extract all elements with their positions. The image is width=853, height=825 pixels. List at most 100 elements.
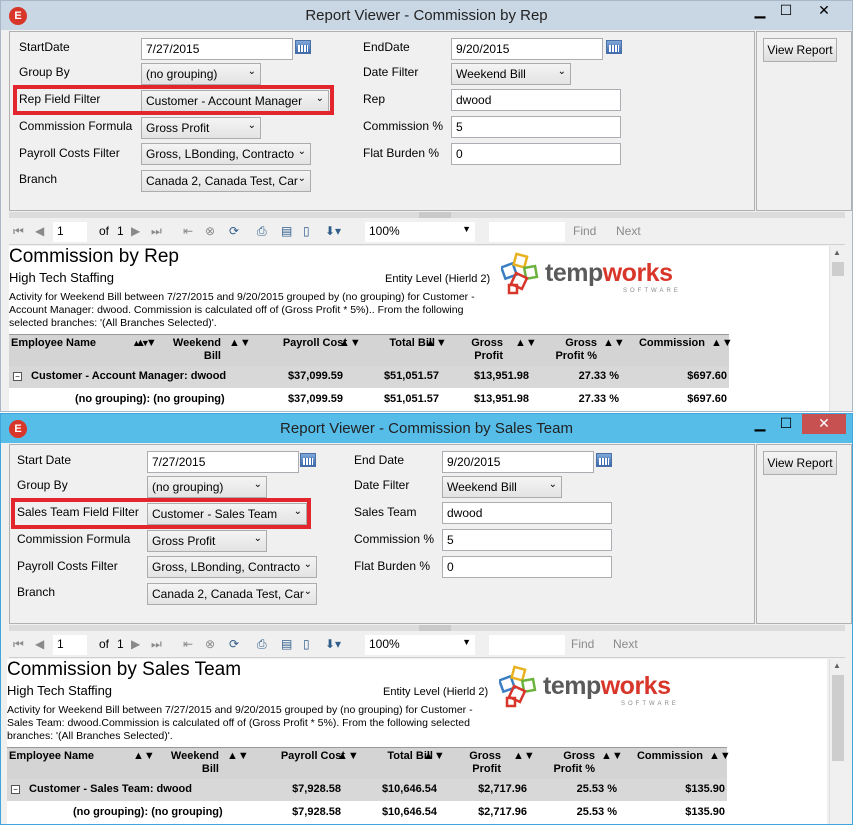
col-total-bill[interactable]: Total Bill: [359, 750, 433, 763]
col-gross-profit[interactable]: Gross Profit: [463, 337, 503, 363]
rep-field[interactable]: dwood: [451, 89, 621, 111]
next-link[interactable]: Next: [613, 637, 638, 651]
col-gross-profit-pct[interactable]: Gross Profit %: [547, 750, 595, 776]
scroll-up-icon[interactable]: ▲: [833, 248, 841, 257]
close-button[interactable]: ✕: [802, 1, 846, 21]
print-layout-icon[interactable]: ▤: [281, 224, 292, 238]
collapse-icon[interactable]: −: [11, 785, 20, 794]
report-scrollbar[interactable]: ▲: [829, 246, 845, 411]
end-date-field[interactable]: 9/20/2015: [442, 451, 594, 473]
collapse-grip[interactable]: [419, 625, 451, 631]
calendar-icon[interactable]: [596, 453, 612, 467]
group-by-select[interactable]: (no grouping) ⌄: [147, 476, 267, 498]
col-weekend-bill[interactable]: Weekend Bill: [159, 337, 221, 363]
sort-icon[interactable]: ▲▼: [603, 337, 625, 350]
first-page-icon[interactable]: ⏮: [13, 637, 24, 652]
close-button[interactable]: ✕: [802, 414, 846, 434]
minimize-button[interactable]: ▁: [746, 1, 774, 21]
sort-icon[interactable]: ▲▼: [423, 750, 445, 763]
sort-icon[interactable]: ▲▼: [513, 750, 535, 763]
group-by-select[interactable]: (no grouping) ⌄: [141, 63, 261, 85]
sort-icon[interactable]: ▲▼: [711, 337, 733, 350]
col-payroll-cost[interactable]: Payroll Cost: [247, 337, 347, 350]
col-employee-name[interactable]: Employee Name: [9, 750, 94, 763]
commission-pct-field[interactable]: 5: [442, 529, 612, 551]
last-page-icon[interactable]: ⏭: [151, 637, 162, 652]
sort-icon[interactable]: ▲▼: [601, 750, 623, 763]
sort-icon[interactable]: ▲▼: [135, 337, 157, 350]
title-bar[interactable]: E Report Viewer - Commission by Sales Te…: [1, 414, 852, 443]
back-icon[interactable]: ⇤: [183, 637, 193, 651]
sort-icon[interactable]: ▲▼: [133, 750, 155, 763]
calendar-icon[interactable]: [295, 40, 311, 54]
end-date-field[interactable]: 9/20/2015: [451, 38, 603, 60]
export-icon[interactable]: ⬇▾: [325, 224, 341, 238]
print-layout-icon[interactable]: ▤: [281, 637, 292, 651]
sales-team-field[interactable]: dwood: [442, 502, 612, 524]
minimize-button[interactable]: ▁: [746, 414, 774, 434]
sort-icon[interactable]: ▲▼: [229, 337, 251, 350]
commission-formula-select[interactable]: Gross Profit ⌄: [141, 117, 261, 139]
zoom-select[interactable]: 100% ▼: [365, 222, 475, 242]
col-commission[interactable]: Commission: [625, 337, 705, 350]
first-page-icon[interactable]: ⏮: [13, 224, 24, 239]
collapse-grip[interactable]: [419, 212, 451, 218]
branch-select[interactable]: Canada 2, Canada Test, Car ⌄: [147, 583, 317, 605]
prev-page-icon[interactable]: ◀: [35, 224, 44, 238]
print-icon[interactable]: ⎙: [257, 637, 267, 652]
calendar-icon[interactable]: [606, 40, 622, 54]
flat-burden-field[interactable]: 0: [451, 143, 621, 165]
calendar-icon[interactable]: [300, 453, 316, 467]
back-icon[interactable]: ⇤: [183, 224, 193, 238]
page-number-input[interactable]: 1: [53, 635, 87, 655]
next-link[interactable]: Next: [616, 224, 641, 238]
payroll-costs-select[interactable]: Gross, LBonding, Contracto ⌄: [141, 143, 311, 165]
scroll-up-icon[interactable]: ▲: [833, 661, 841, 670]
commission-pct-field[interactable]: 5: [451, 116, 621, 138]
scroll-thumb[interactable]: [832, 675, 844, 761]
page-setup-icon[interactable]: ▯: [303, 224, 310, 238]
refresh-icon[interactable]: ⟳: [229, 637, 239, 651]
col-gross-profit-pct[interactable]: Gross Profit %: [549, 337, 597, 363]
maximize-button[interactable]: ☐: [772, 414, 800, 434]
page-number-input[interactable]: 1: [53, 222, 87, 242]
sort-icon[interactable]: ▲▼: [425, 337, 447, 350]
maximize-button[interactable]: ☐: [772, 1, 800, 21]
scroll-thumb[interactable]: [832, 262, 844, 276]
next-page-icon[interactable]: ▶: [131, 224, 140, 238]
sort-icon[interactable]: ▲▼: [227, 750, 249, 763]
export-icon[interactable]: ⬇▾: [325, 637, 341, 651]
sort-icon[interactable]: ▲▼: [709, 750, 731, 763]
date-filter-select[interactable]: Weekend Bill ⌄: [451, 63, 571, 85]
start-date-field[interactable]: 7/27/2015: [141, 38, 293, 60]
collapse-icon[interactable]: −: [13, 372, 22, 381]
view-report-button[interactable]: View Report: [763, 451, 837, 475]
title-bar[interactable]: E Report Viewer - Commission by Rep ▁ ☐ …: [1, 1, 852, 30]
zoom-select[interactable]: 100% ▼: [365, 635, 475, 655]
branch-select[interactable]: Canada 2, Canada Test, Car ⌄: [141, 170, 311, 192]
refresh-icon[interactable]: ⟳: [229, 224, 239, 238]
payroll-costs-select[interactable]: Gross, LBonding, Contracto ⌄: [147, 556, 317, 578]
last-page-icon[interactable]: ⏭: [151, 224, 162, 239]
col-payroll-cost[interactable]: Payroll Cost: [245, 750, 345, 763]
col-commission[interactable]: Commission: [623, 750, 703, 763]
stop-icon[interactable]: ⊗: [205, 637, 215, 651]
flat-burden-field[interactable]: 0: [442, 556, 612, 578]
next-page-icon[interactable]: ▶: [131, 637, 140, 651]
col-employee-name[interactable]: Employee Name ▲▼: [11, 337, 150, 350]
page-setup-icon[interactable]: ▯: [303, 637, 310, 651]
view-report-button[interactable]: View Report: [763, 38, 837, 62]
sort-icon[interactable]: ▲▼: [339, 337, 361, 350]
col-gross-profit[interactable]: Gross Profit: [461, 750, 501, 776]
find-input[interactable]: [489, 222, 565, 242]
col-total-bill[interactable]: Total Bill: [361, 337, 435, 350]
prev-page-icon[interactable]: ◀: [35, 637, 44, 651]
stop-icon[interactable]: ⊗: [205, 224, 215, 238]
find-link[interactable]: Find: [573, 224, 596, 238]
col-weekend-bill[interactable]: Weekend Bill: [157, 750, 219, 776]
report-scrollbar[interactable]: ▲: [829, 659, 845, 824]
panel-splitter[interactable]: [9, 212, 845, 218]
find-input[interactable]: [489, 635, 565, 655]
date-filter-select[interactable]: Weekend Bill ⌄: [442, 476, 562, 498]
start-date-field[interactable]: 7/27/2015: [147, 451, 299, 473]
